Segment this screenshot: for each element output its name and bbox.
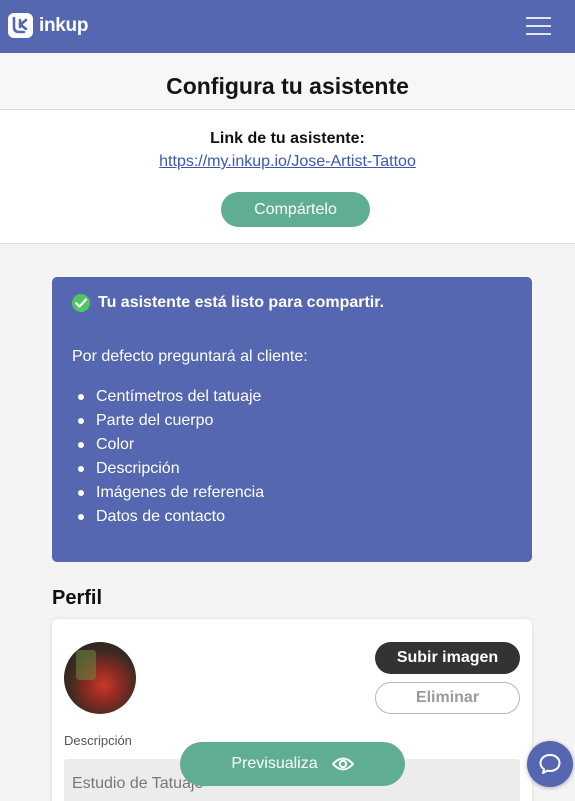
- list-item: Datos de contacto: [78, 507, 264, 531]
- eye-icon: [331, 757, 354, 771]
- chat-bubble-icon: [539, 754, 561, 774]
- avatar: [64, 642, 136, 714]
- preview-button-label: Previsualiza: [231, 755, 318, 772]
- assistant-status-card: Tu asistente está listo para compartir. …: [52, 277, 532, 562]
- page-title: Configura tu asistente: [166, 73, 409, 99]
- inkup-logo-icon: [8, 13, 33, 38]
- delete-image-button[interactable]: Eliminar: [375, 682, 520, 714]
- ready-status: Tu asistente está listo para compartir.: [72, 294, 384, 312]
- default-questions-intro: Por defecto preguntará al cliente:: [72, 348, 308, 365]
- share-button[interactable]: Compártelo: [221, 192, 370, 227]
- list-item: Imágenes de referencia: [78, 483, 264, 507]
- list-item: Color: [78, 435, 264, 459]
- list-item: Centímetros del tatuaje: [78, 387, 264, 411]
- default-questions-list: Centímetros del tatuaje Parte del cuerpo…: [78, 387, 264, 531]
- hamburger-menu-icon[interactable]: [526, 14, 554, 38]
- list-item: Descripción: [78, 459, 264, 483]
- top-navbar: inkup: [0, 0, 575, 53]
- upload-image-button[interactable]: Subir imagen: [375, 642, 520, 674]
- brand-name: inkup: [39, 14, 89, 36]
- assistant-link-label: Link de tu asistente:: [210, 130, 365, 147]
- chat-button[interactable]: [527, 741, 573, 787]
- ready-message: Tu asistente está listo para compartir.: [98, 294, 385, 311]
- check-circle-icon: [72, 294, 90, 312]
- assistant-link[interactable]: https://my.inkup.io/Jose-Artist-Tattoo: [0, 153, 575, 171]
- title-band: Configura tu asistente: [0, 53, 575, 110]
- preview-button[interactable]: Previsualiza: [180, 742, 405, 786]
- share-link-section: Link de tu asistente: https://my.inkup.i…: [0, 110, 575, 244]
- list-item: Parte del cuerpo: [78, 411, 264, 435]
- brand-logo[interactable]: inkup: [8, 13, 88, 38]
- profile-section-title: Perfil: [52, 587, 103, 609]
- description-label: Descripción: [64, 733, 132, 748]
